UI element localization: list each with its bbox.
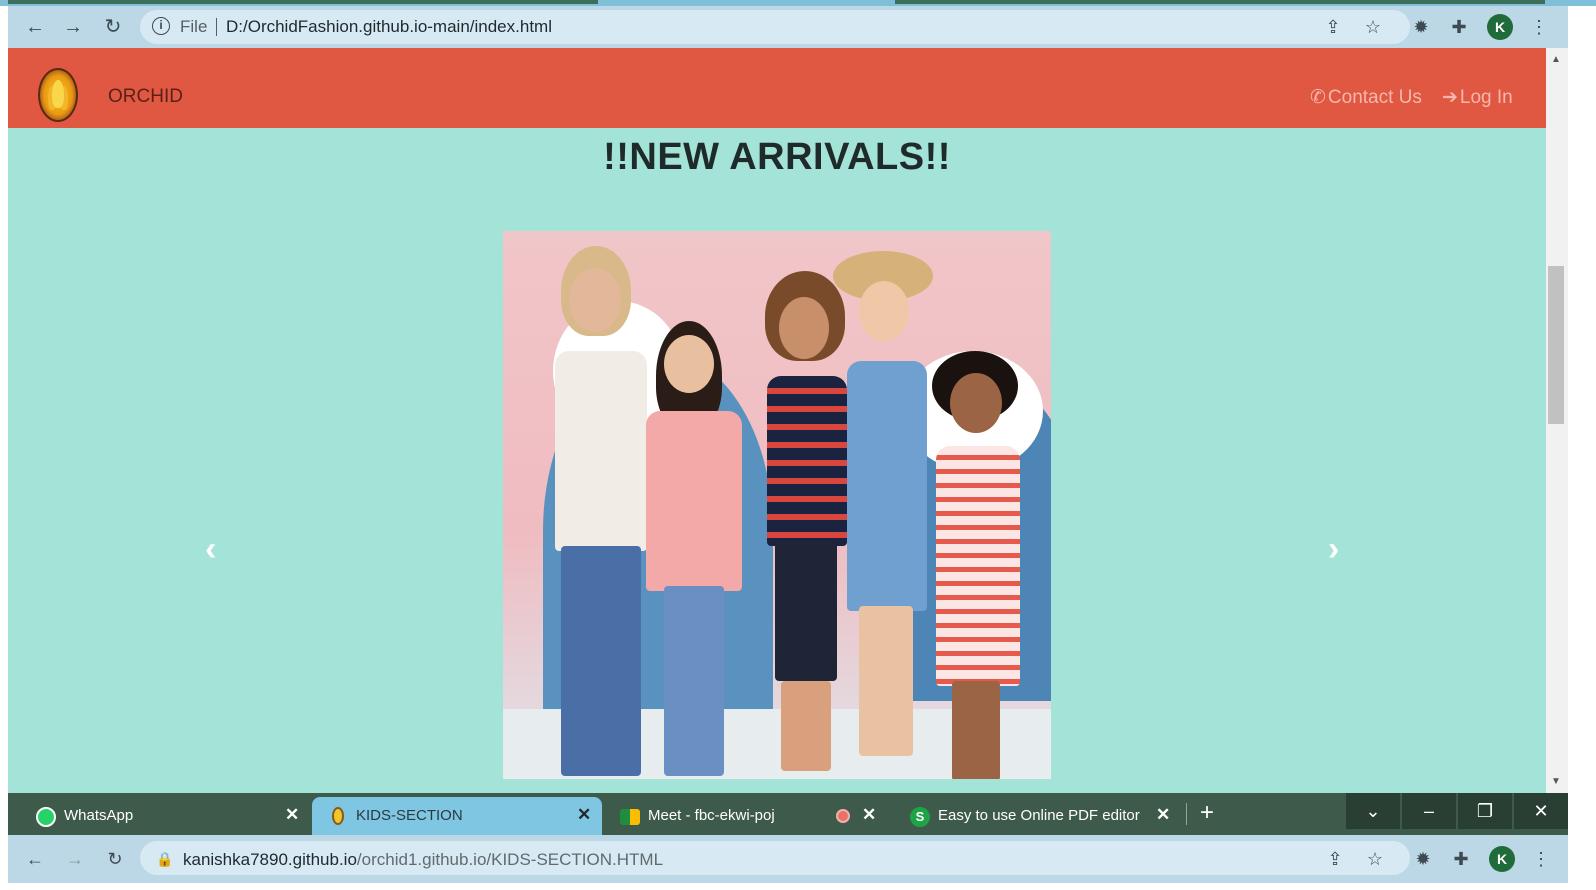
tab-whatsapp[interactable]: WhatsApp ✕ <box>20 797 310 835</box>
log-in-link[interactable]: ➔ Log In <box>1442 86 1513 109</box>
forward-icon[interactable]: → <box>62 846 88 872</box>
close-tab-icon[interactable]: ✕ <box>1156 805 1170 825</box>
extension-bug-icon[interactable]: ✹ <box>1410 846 1436 872</box>
site-navbar: ORCHID ✆ Contact Us ➔ Log In <box>8 48 1546 128</box>
minimize-icon[interactable]: – <box>1402 793 1456 829</box>
kid-figure <box>833 251 943 771</box>
profile-avatar[interactable]: K <box>1487 14 1513 40</box>
profile-avatar[interactable]: K <box>1489 846 1515 872</box>
tab-title: KIDS-SECTION <box>356 807 463 824</box>
carousel-next-arrow[interactable]: › <box>1328 530 1339 569</box>
scroll-down-icon[interactable]: ▼ <box>1551 776 1561 787</box>
close-window-icon[interactable]: ✕ <box>1514 793 1568 829</box>
bookmark-star-icon[interactable]: ☆ <box>1360 14 1386 40</box>
forward-icon[interactable]: → <box>60 14 86 40</box>
kid-figure <box>638 321 748 779</box>
address-separator <box>216 18 217 36</box>
tab-title: WhatsApp <box>64 807 134 824</box>
tab-meet[interactable]: Meet - fbc-ekwi-poj ✕ <box>604 797 889 835</box>
sign-in-icon: ➔ <box>1442 87 1458 108</box>
meet-icon <box>620 809 640 825</box>
recording-icon <box>836 809 850 823</box>
tab-kids-section[interactable]: KIDS-SECTION ✕ <box>312 797 602 835</box>
brand-name[interactable]: ORCHID <box>108 86 183 108</box>
tab-title: Easy to use Online PDF editor <box>938 807 1140 824</box>
file-label: File <box>180 17 208 36</box>
reload-icon[interactable]: ↻ <box>100 14 126 40</box>
scrollbar-thumb[interactable] <box>1548 266 1564 424</box>
address-bar[interactable]: i File D:/OrchidFashion.github.io-main/i… <box>140 10 1410 44</box>
menu-kebab-icon[interactable]: ⋮ <box>1528 846 1554 872</box>
log-in-label: Log In <box>1459 87 1513 108</box>
back-icon[interactable]: ← <box>22 14 48 40</box>
url-path: /orchid1.github.io/KIDS-SECTION.HTML <box>356 850 664 869</box>
phone-icon: ✆ <box>1310 87 1326 108</box>
orchid-favicon-icon <box>332 807 344 825</box>
reload-icon[interactable]: ↻ <box>102 846 128 872</box>
new-arrivals-heading: !!NEW ARRIVALS!! <box>603 136 951 178</box>
orchid-logo[interactable] <box>38 68 78 122</box>
kid-figure <box>928 351 1028 779</box>
pdf-editor-icon: S <box>910 807 930 827</box>
info-icon[interactable]: i <box>152 17 170 35</box>
extensions-puzzle-icon[interactable]: ✚ <box>1446 14 1472 40</box>
url-host: kanishka7890.github.io <box>183 850 357 869</box>
share-icon[interactable]: ⇪ <box>1320 14 1346 40</box>
menu-kebab-icon[interactable]: ⋮ <box>1526 14 1552 40</box>
share-icon[interactable]: ⇪ <box>1322 846 1348 872</box>
new-tab-button[interactable]: + <box>1200 799 1214 827</box>
extension-bug-icon[interactable]: ✹ <box>1408 14 1434 40</box>
restore-icon[interactable]: ❐ <box>1458 793 1512 829</box>
close-tab-icon[interactable]: ✕ <box>285 805 299 825</box>
scroll-up-icon[interactable]: ▲ <box>1551 54 1561 65</box>
tab-strip: WhatsApp ✕ KIDS-SECTION ✕ Meet - fbc-ekw… <box>8 793 1568 835</box>
close-tab-icon[interactable]: ✕ <box>577 805 591 825</box>
page-scrollbar[interactable]: ▲ ▼ <box>1546 48 1568 793</box>
tab-title: Meet - fbc-ekwi-poj <box>648 807 775 824</box>
carousel-prev-arrow[interactable]: ‹ <box>205 530 216 569</box>
back-icon[interactable]: ← <box>22 846 48 872</box>
kid-figure <box>533 246 653 779</box>
carousel-image <box>503 231 1051 779</box>
contact-us-label: Contact Us <box>1327 87 1422 108</box>
extensions-puzzle-icon[interactable]: ✚ <box>1448 846 1474 872</box>
close-tab-icon[interactable]: ✕ <box>862 805 876 825</box>
browser-toolbar: ← → ↻ i File D:/OrchidFashion.github.io-… <box>8 6 1568 48</box>
url-text: kanishka7890.github.io/orchid1.github.io… <box>183 850 663 870</box>
whatsapp-icon <box>36 807 56 827</box>
browser-toolbar-bottom: ← → ↻ 🔒 kanishka7890.github.io/orchid1.g… <box>8 835 1568 883</box>
tab-pdf-editor[interactable]: S Easy to use Online PDF editor ✕ <box>894 797 1184 835</box>
url-text: D:/OrchidFashion.github.io-main/index.ht… <box>226 17 552 36</box>
lock-icon[interactable]: 🔒 <box>152 846 178 872</box>
page-viewport: ORCHID ✆ Contact Us ➔ Log In !!NEW ARRIVAL… <box>8 48 1546 793</box>
bookmark-star-icon[interactable]: ☆ <box>1362 846 1388 872</box>
contact-us-link[interactable]: ✆ Contact Us <box>1310 86 1422 109</box>
tab-search-icon[interactable]: ⌄ <box>1346 793 1400 829</box>
